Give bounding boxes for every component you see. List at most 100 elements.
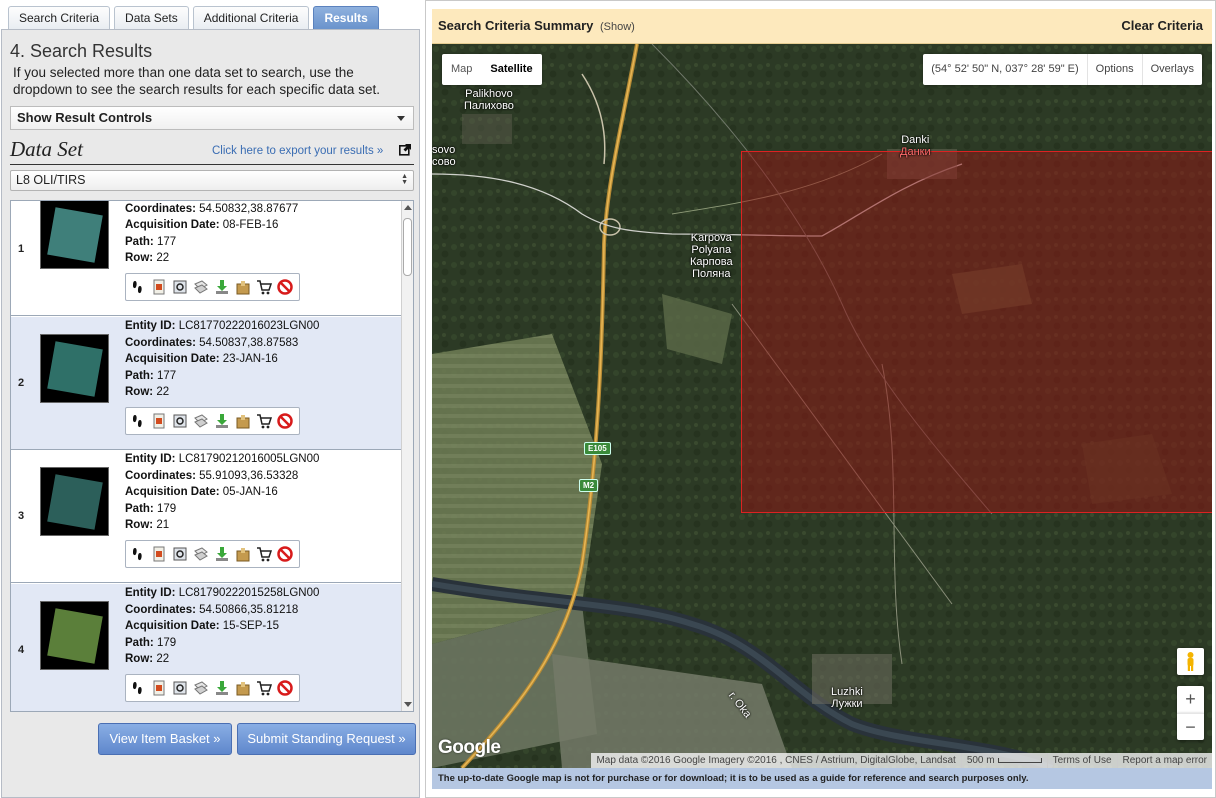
result-row[interactable]: 2 Entity ID: LC81770222016023LGN00 Coordin… [11, 317, 401, 450]
exclude-icon[interactable] [277, 680, 293, 696]
search-criteria-summary-bar: Search Criteria Summary (Show) Clear Cri… [432, 9, 1212, 44]
footprint-icon[interactable] [130, 546, 146, 562]
terms-of-use-link[interactable]: Terms of Use [1046, 753, 1117, 768]
cart-icon[interactable] [256, 680, 272, 696]
tab-search-criteria[interactable]: Search Criteria [8, 6, 111, 29]
chevron-down-icon [397, 116, 405, 121]
exclude-icon[interactable] [277, 279, 293, 295]
scroll-down-icon[interactable] [404, 702, 412, 707]
map-label-luzhki: Luzhki Лужки [831, 686, 863, 710]
results-list: 1 Entity ID: LC81770222016039LGN00Coordin… [10, 200, 414, 712]
browse-icon[interactable] [172, 413, 188, 429]
results-panel: Search Criteria Data Sets Additional Cri… [0, 0, 421, 798]
order-icon[interactable] [235, 279, 251, 295]
exclude-icon[interactable] [277, 413, 293, 429]
map-label-text: Karpova [690, 232, 732, 244]
map-label-sovo: sovo сово [432, 144, 456, 168]
compare-icon[interactable] [193, 413, 209, 429]
footprint-icon[interactable] [130, 413, 146, 429]
scene-thumbnail[interactable] [40, 201, 109, 269]
compare-icon[interactable] [193, 279, 209, 295]
map-type-map-button[interactable]: Map [442, 54, 481, 85]
map-attribution: Map data ©2016 Google Imagery ©2016 , CN… [591, 753, 1212, 768]
result-row[interactable]: 3 Entity ID: LC81790212016005LGN00 Coordin… [11, 450, 401, 583]
external-link-icon[interactable] [399, 143, 412, 156]
cart-icon[interactable] [256, 413, 272, 429]
metadata-icon[interactable] [151, 546, 167, 562]
satellite-map[interactable]: Palikhovo Палихово sovo сово Danki Данки… [432, 44, 1212, 768]
coordinates-label: Coordinates: [125, 202, 196, 215]
metadata-icon[interactable] [151, 680, 167, 696]
result-row[interactable]: 4 Entity ID: LC81790222015258LGN00 Coordin… [11, 584, 401, 711]
acquisition-date-value: 23-JAN-16 [222, 353, 278, 366]
entity-label: Entity ID: [125, 453, 176, 465]
map-overlays-button[interactable]: Overlays [1141, 54, 1202, 85]
download-icon[interactable] [214, 680, 230, 696]
zoom-out-button[interactable]: − [1177, 713, 1204, 740]
order-icon[interactable] [235, 546, 251, 562]
report-map-error-link[interactable]: Report a map error [1116, 753, 1212, 768]
tab-additional-criteria[interactable]: Additional Criteria [192, 6, 310, 29]
path-label: Path: [125, 502, 154, 515]
cart-icon[interactable] [256, 546, 272, 562]
map-label-palikhovo: Palikhovo Палихово [464, 88, 514, 112]
clear-criteria-button[interactable]: Clear Criteria [1121, 18, 1203, 33]
acquisition-date-value: 08-FEB-16 [222, 219, 279, 232]
view-item-basket-button[interactable]: View Item Basket » [98, 723, 232, 755]
coordinates-value: 55.91093,36.53328 [199, 469, 299, 482]
row-label: Row: [125, 519, 154, 532]
tab-data-sets[interactable]: Data Sets [114, 6, 189, 29]
download-icon[interactable] [214, 279, 230, 295]
tab-results[interactable]: Results [313, 6, 379, 29]
path-label: Path: [125, 636, 154, 649]
dataset-select[interactable]: L8 OLI/TIRS ▲ ▼ [10, 170, 414, 191]
map-data-attribution: Map data ©2016 Google Imagery ©2016 , CN… [596, 755, 956, 766]
path-value: 177 [156, 235, 177, 248]
download-icon[interactable] [214, 546, 230, 562]
compare-icon[interactable] [193, 680, 209, 696]
browse-icon[interactable] [172, 279, 188, 295]
compare-icon[interactable] [193, 546, 209, 562]
result-row[interactable]: 1 Entity ID: LC81770222016039LGN00Coordin… [11, 201, 401, 316]
map-type-satellite-button[interactable]: Satellite [481, 54, 541, 85]
result-metadata: Entity ID: LC81770222016023LGN00 Coordina… [125, 318, 319, 401]
order-icon[interactable] [235, 680, 251, 696]
acquisition-date-label: Acquisition Date: [125, 219, 220, 232]
scroll-up-icon[interactable] [404, 205, 412, 210]
export-results-link[interactable]: Click here to export your results » [212, 145, 383, 157]
acquisition-date-label: Acquisition Date: [125, 486, 220, 499]
scale-bar [997, 757, 1042, 763]
metadata-icon[interactable] [151, 413, 167, 429]
row-label: Row: [125, 386, 154, 399]
download-icon[interactable] [214, 413, 230, 429]
submit-standing-request-button[interactable]: Submit Standing Request » [237, 723, 416, 755]
coordinates-label: Coordinates: [125, 469, 196, 482]
acquisition-date-label: Acquisition Date: [125, 620, 220, 633]
select-arrows-icon: ▲ ▼ [401, 173, 408, 186]
footprint-icon[interactable] [130, 680, 146, 696]
entity-id: LC81790222015258LGN00 [178, 587, 320, 599]
map-label-text: Danki [901, 134, 930, 146]
summary-show-link[interactable]: (Show) [600, 21, 635, 33]
footprint-icon[interactable] [130, 279, 146, 295]
browse-icon[interactable] [172, 546, 188, 562]
map-label-text: Palikhovo [465, 88, 513, 100]
map-label-text: sovo [432, 144, 456, 156]
zoom-in-button[interactable]: + [1177, 686, 1204, 713]
scrollbar[interactable] [401, 201, 413, 711]
scene-thumbnail[interactable] [40, 601, 109, 670]
map-options-button[interactable]: Options [1086, 54, 1142, 85]
map-top-controls: (54° 52' 50" N, 037° 28' 59" E) Options … [923, 54, 1202, 85]
scrollbar-thumb[interactable] [403, 218, 412, 276]
exclude-icon[interactable] [277, 546, 293, 562]
scene-thumbnail[interactable] [40, 467, 109, 536]
scene-thumbnail[interactable] [40, 334, 109, 403]
cart-icon[interactable] [256, 279, 272, 295]
show-result-controls-dropdown[interactable]: Show Result Controls [10, 106, 414, 130]
street-view-pegman-icon[interactable] [1177, 648, 1204, 675]
metadata-icon[interactable] [151, 279, 167, 295]
order-icon[interactable] [235, 413, 251, 429]
google-logo: Google [438, 737, 501, 758]
entity-id: LC81790212016005LGN00 [178, 453, 320, 465]
browse-icon[interactable] [172, 680, 188, 696]
